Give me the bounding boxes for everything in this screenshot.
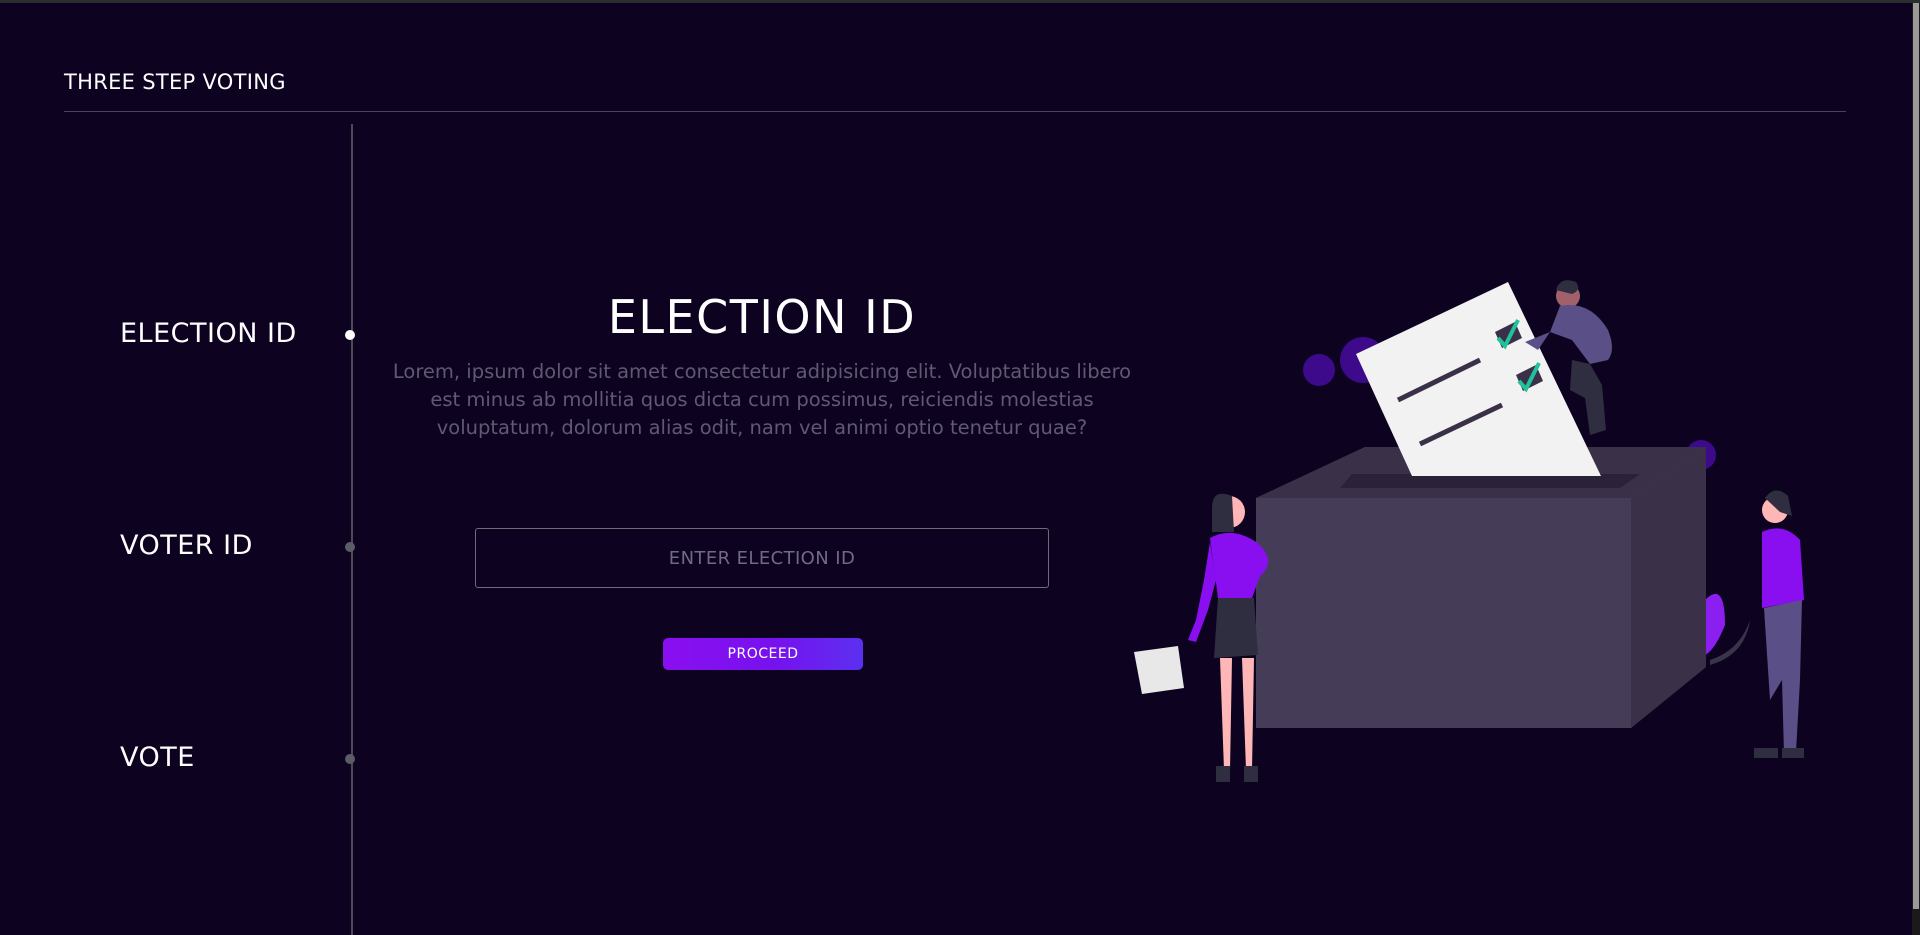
election-id-input[interactable] [475,528,1049,588]
step-content: ELECTION ID Lorem, ipsum dolor sit amet … [392,290,1132,442]
page-title: ELECTION ID [607,290,917,344]
step-dot [345,542,355,552]
step-election-id[interactable]: ELECTION ID [120,318,297,349]
step-dot [345,754,355,764]
ballot-box-illustration [1134,280,1804,782]
page-description: Lorem, ipsum dolor sit amet consectetur … [392,360,1132,439]
step-vote[interactable]: VOTE [120,742,195,773]
step-dot-active [345,330,355,340]
step-timeline [351,124,353,935]
header-divider [64,111,1846,112]
proceed-button[interactable]: PROCEED [663,638,863,670]
step-voter-id[interactable]: VOTER ID [120,530,253,561]
scrollbar-thumb[interactable] [1913,3,1919,909]
window-top-border [0,0,1920,3]
brand-title: THREE STEP VOTING [64,70,286,94]
vertical-scrollbar[interactable] [1912,3,1920,935]
